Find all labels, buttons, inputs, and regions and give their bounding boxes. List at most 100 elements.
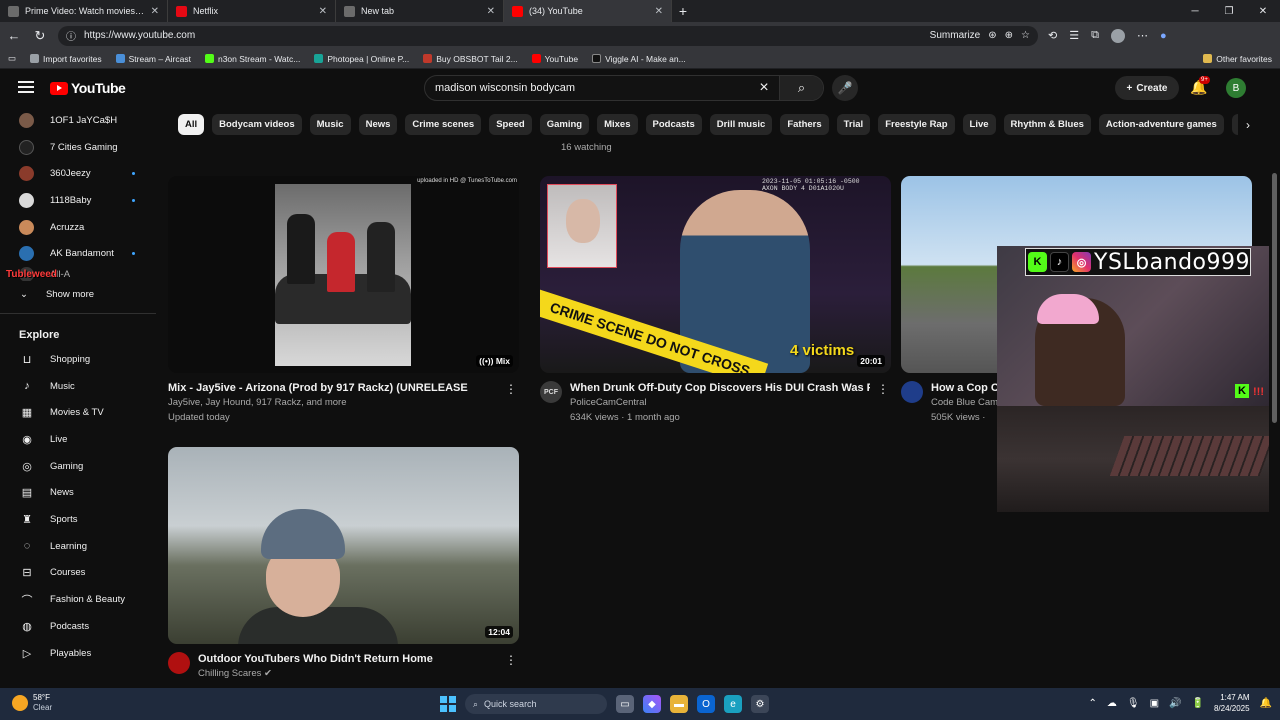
chevron-up-icon[interactable]: ⌃ <box>1089 698 1097 709</box>
clock[interactable]: 1:47 AM 8/24/2025 <box>1214 692 1250 714</box>
chip[interactable]: Music <box>309 114 351 135</box>
refresh-icon[interactable]: ↻ <box>32 28 48 44</box>
chip[interactable]: Podcasts <box>645 114 702 135</box>
explore-fashion-beauty[interactable]: ⌒ Fashion & Beauty <box>0 586 156 613</box>
minimize-icon[interactable]: ─ <box>1178 0 1212 22</box>
chip[interactable]: Bodycam videos <box>212 114 302 135</box>
bookmark-item[interactable]: n3on Stream - Watc... <box>204 54 300 64</box>
collections-icon[interactable]: ▭ <box>8 53 16 64</box>
display-icon[interactable]: ▣ <box>1150 698 1159 709</box>
clear-search-icon[interactable]: × <box>749 79 779 97</box>
channel-avatar[interactable] <box>168 652 190 674</box>
video-title[interactable]: Outdoor YouTubers Who Didn't Return Home <box>198 652 498 666</box>
favorite-star-icon[interactable]: ☆ <box>1021 30 1030 41</box>
taskbar-search[interactable]: ⌕ Quick search <box>465 694 607 714</box>
video-thumbnail[interactable]: uploaded in HD @ TunesToTube.com ((•)) M… <box>168 176 519 373</box>
search-box[interactable]: madison wisconsin bodycam × ⌕ <box>424 75 824 101</box>
read-aloud-icon[interactable]: ⊛ <box>988 30 996 41</box>
explore-live[interactable]: ◉ Live <box>0 426 156 453</box>
notifications-icon[interactable]: 🔔 <box>1260 698 1272 709</box>
account-avatar[interactable]: B <box>1226 78 1246 98</box>
chip[interactable]: Mixes <box>597 114 638 135</box>
voice-search-button[interactable]: 🎤 <box>832 75 858 101</box>
onedrive-icon[interactable]: ☁ <box>1107 698 1117 709</box>
channel-avatar[interactable] <box>901 381 923 403</box>
close-window-icon[interactable]: ✕ <box>1246 0 1280 22</box>
chip[interactable]: Speed <box>489 114 532 135</box>
chip-all[interactable]: All <box>178 114 205 135</box>
channel-avatar[interactable]: PCF <box>540 381 562 403</box>
bookmark-item[interactable]: Stream – Aircast <box>115 54 191 64</box>
explore-sports[interactable]: ♜ Sports <box>0 506 156 533</box>
video-title[interactable]: Mix - Jay5ive - Arizona (Prod by 917 Rac… <box>168 381 468 395</box>
bookmark-item[interactable]: YouTube <box>531 54 578 64</box>
outlook-icon[interactable]: O <box>697 695 715 713</box>
chip[interactable]: Action-adventure games <box>1098 114 1224 135</box>
copilot-app-icon[interactable]: ◆ <box>643 695 661 713</box>
close-tab-icon[interactable]: ✕ <box>151 6 159 17</box>
explore-courses[interactable]: ⊟ Courses <box>0 560 156 587</box>
volume-icon[interactable]: 🔊 <box>1169 698 1181 709</box>
video-card[interactable]: 12:04 Outdoor YouTubers Who Didn't Retur… <box>168 447 519 681</box>
hamburger-menu-icon[interactable] <box>18 81 34 96</box>
chip[interactable]: Crime scenes <box>405 114 482 135</box>
subscription-item[interactable]: 1OF1 JaYCa$H <box>0 107 156 134</box>
explore-podcasts[interactable]: ◍ Podcasts <box>0 613 156 640</box>
create-button[interactable]: + Create <box>1115 76 1179 100</box>
chip[interactable]: News <box>358 114 398 135</box>
new-tab-button[interactable]: + <box>672 0 694 22</box>
chip[interactable]: Gaming <box>539 114 590 135</box>
channel-name[interactable]: Chilling Scares ✔ <box>198 666 498 681</box>
weather-widget[interactable]: 58°F Clear <box>12 693 52 713</box>
close-tab-icon[interactable]: ✕ <box>655 6 663 17</box>
subscription-item[interactable]: 1118Baby <box>0 187 156 214</box>
tab-new-tab[interactable]: New tab ✕ <box>336 0 504 22</box>
close-tab-icon[interactable]: ✕ <box>319 6 327 17</box>
search-button[interactable]: ⌕ <box>779 76 823 100</box>
collections-icon[interactable]: ⧉ <box>1091 29 1099 42</box>
maximize-icon[interactable]: ❐ <box>1212 0 1246 22</box>
address-bar[interactable]: ⓘ https://www.youtube.com Summarize ⊛ ⊕ … <box>58 25 1038 46</box>
video-card[interactable]: uploaded in HD @ TunesToTube.com ((•)) M… <box>168 176 519 425</box>
site-info-icon[interactable]: ⓘ <box>66 28 76 43</box>
page-scrollbar[interactable] <box>1269 107 1280 687</box>
close-tab-icon[interactable]: ✕ <box>487 6 495 17</box>
zoom-icon[interactable]: ⊕ <box>1005 30 1013 41</box>
chips-next-chevron-icon[interactable]: › <box>1238 114 1258 135</box>
tab-youtube[interactable]: (34) YouTube ✕ <box>504 0 672 22</box>
chip[interactable]: Rhythm & Blues <box>1003 114 1091 135</box>
profile-avatar[interactable] <box>1110 28 1125 43</box>
video-thumbnail[interactable]: 2023-11-05 01:05:16 -0500 AXON BODY 4 D0… <box>540 176 891 373</box>
chip[interactable]: Drill music <box>709 114 773 135</box>
more-menu-icon[interactable]: ⋯ <box>1137 29 1148 42</box>
network-icon[interactable]: 🔋 <box>1192 698 1204 709</box>
explore-news[interactable]: ▤ News <box>0 480 156 507</box>
favorites-icon[interactable]: ☰ <box>1069 29 1079 42</box>
bookmark-item[interactable]: Buy OBSBOT Tail 2... <box>423 54 518 64</box>
extensions-icon[interactable]: ⟲ <box>1048 29 1057 42</box>
explore-music[interactable]: ♪ Music <box>0 373 156 400</box>
subscription-item[interactable]: Acruzza <box>0 214 156 241</box>
search-input[interactable]: madison wisconsin bodycam <box>425 82 749 94</box>
chip[interactable]: Freestyle Rap <box>878 114 955 135</box>
show-more-button[interactable]: ⌄ Show more <box>0 281 156 307</box>
subscription-item[interactable]: 360Jeezy <box>0 160 156 187</box>
chip[interactable]: Live <box>962 114 996 135</box>
chip[interactable]: Trial <box>836 114 871 135</box>
subscription-item[interactable]: AK Bandamont <box>0 240 156 267</box>
more-actions-icon[interactable]: ⋮ <box>505 382 517 396</box>
explore-playables[interactable]: ▷ Playables <box>0 640 156 667</box>
tab-prime-video[interactable]: Prime Video: Watch movies, TV sh ✕ <box>0 0 168 22</box>
youtube-logo[interactable]: YouTube <box>50 80 126 96</box>
video-thumbnail[interactable]: 12:04 <box>168 447 519 644</box>
explore-gaming[interactable]: ◎ Gaming <box>0 453 156 480</box>
bookmark-item[interactable]: Import favorites <box>30 54 102 64</box>
microphone-icon[interactable]: 🎙 <box>1127 698 1140 709</box>
summarize-button[interactable]: Summarize <box>930 30 981 41</box>
bookmark-item[interactable]: Viggle AI - Make an... <box>592 54 686 64</box>
back-arrow-icon[interactable]: ← <box>6 28 22 43</box>
channel-name[interactable]: PoliceCamCentral <box>570 395 870 410</box>
windows-start-icon[interactable] <box>440 696 456 712</box>
file-explorer-icon[interactable]: ▬ <box>670 695 688 713</box>
copilot-icon[interactable]: ● <box>1160 30 1167 42</box>
